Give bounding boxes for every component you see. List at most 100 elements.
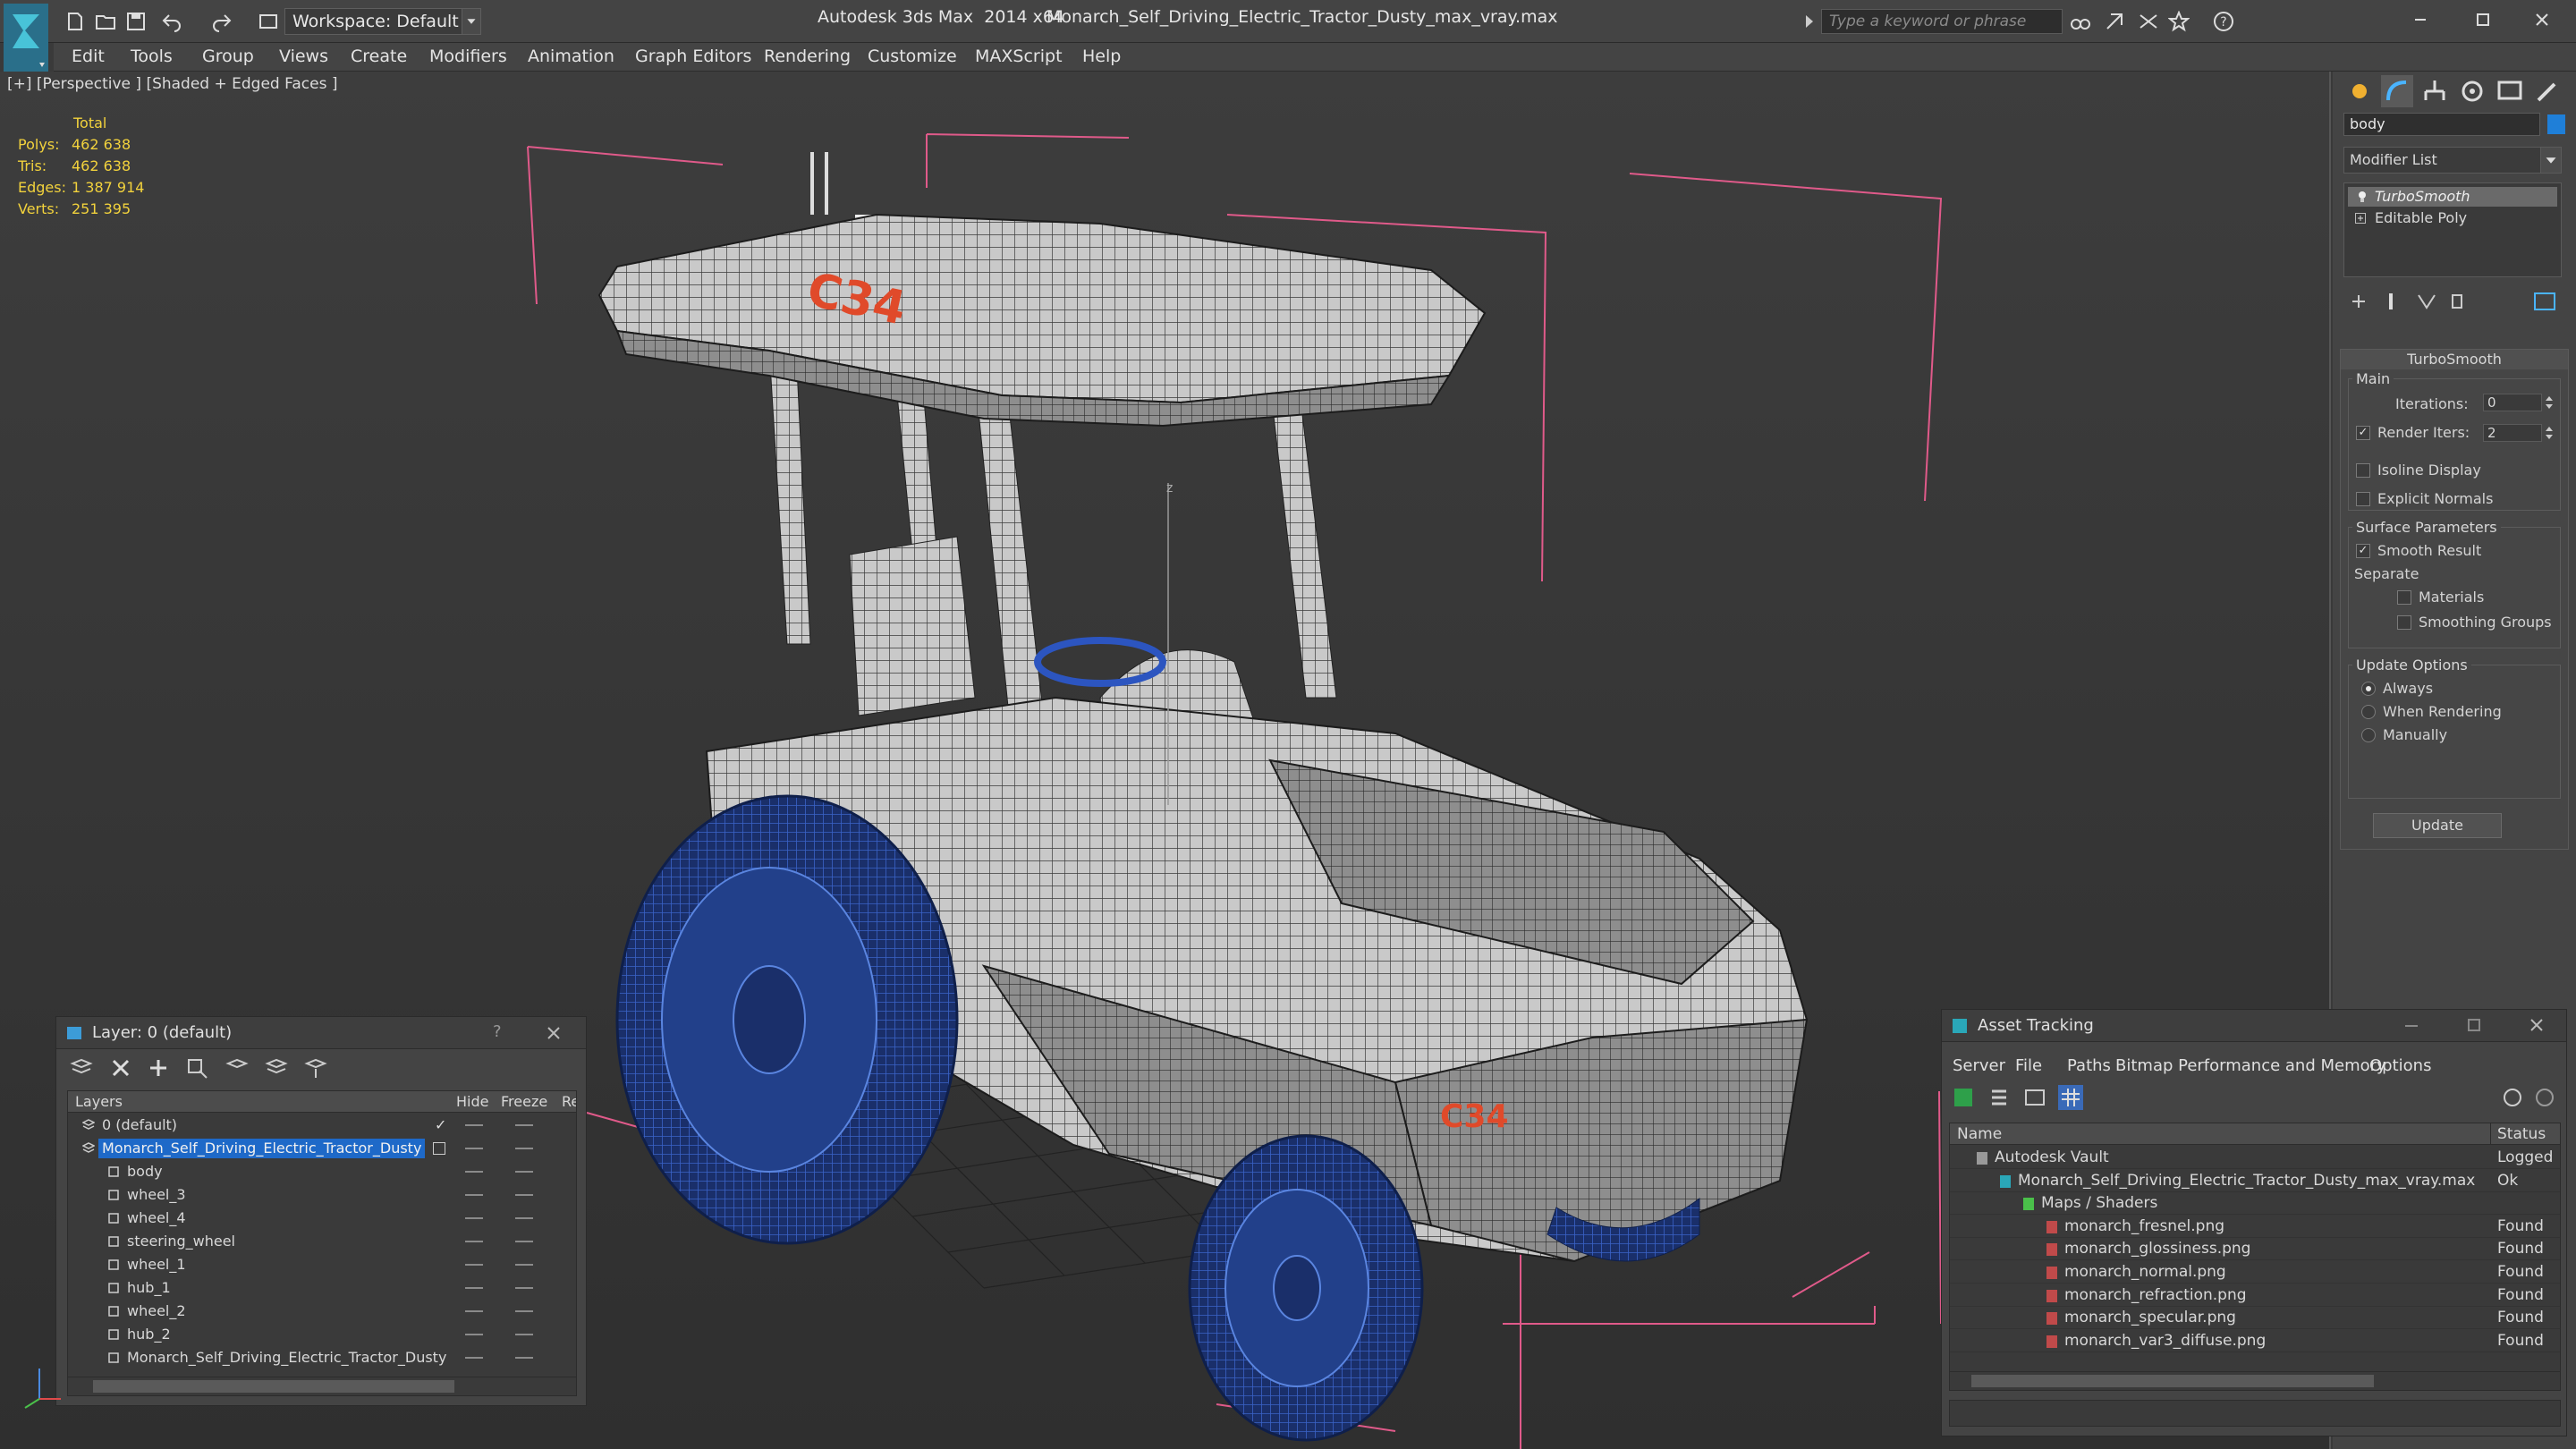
freeze-toggle[interactable]	[515, 1334, 533, 1335]
render-iters-spinner[interactable]: 2	[2483, 424, 2542, 442]
manually-radio[interactable]	[2361, 728, 2376, 742]
close-icon[interactable]	[545, 1024, 563, 1042]
hide-toggle[interactable]	[465, 1124, 483, 1126]
hide-toggle[interactable]	[465, 1287, 483, 1289]
active-layer-checkmark[interactable]: ✓	[435, 1114, 446, 1136]
minimize-icon[interactable]	[2394, 4, 2447, 36]
asset-menu-bitmap-performance[interactable]: Bitmap Performance and Memory	[2115, 1056, 2386, 1075]
layer-row[interactable]: body	[68, 1161, 576, 1182]
app-logo-icon[interactable]	[4, 4, 48, 75]
help-icon[interactable]	[2500, 1085, 2525, 1110]
layer-row[interactable]: hub_2	[68, 1324, 576, 1345]
hide-toggle[interactable]	[465, 1310, 483, 1312]
freeze-all-layers-icon[interactable]	[303, 1056, 328, 1080]
layer-row[interactable]: hub_1	[68, 1277, 576, 1299]
menu-create[interactable]: Create	[351, 47, 407, 66]
maximize-icon[interactable]	[2456, 4, 2510, 36]
scrollbar-thumb[interactable]	[93, 1380, 454, 1393]
spinner-arrows-icon[interactable]	[2544, 394, 2555, 411]
iterations-spinner[interactable]: 0	[2483, 394, 2542, 411]
workspace-selector[interactable]: Workspace: Default	[284, 8, 481, 35]
smoothing-groups-checkbox[interactable]	[2397, 615, 2411, 630]
asset-row[interactable]: Monarch_Self_Driving_Electric_Tractor_Du…	[1950, 1170, 2560, 1192]
chevron-down-icon[interactable]	[2540, 147, 2562, 174]
column-hide[interactable]: Hide	[456, 1093, 488, 1110]
add-to-layer-icon[interactable]	[146, 1056, 171, 1080]
asset-row[interactable]: Autodesk Vault Logged	[1950, 1147, 2560, 1169]
save-icon[interactable]	[125, 11, 147, 32]
stack-item-editable-poly[interactable]: Editable Poly	[2348, 208, 2557, 228]
update-button[interactable]: Update	[2373, 813, 2502, 838]
freeze-toggle[interactable]	[515, 1287, 533, 1289]
layer-row[interactable]: wheel_4	[68, 1208, 576, 1229]
hide-toggle[interactable]	[465, 1264, 483, 1266]
freeze-toggle[interactable]	[515, 1217, 533, 1219]
favorites-star-icon[interactable]	[2168, 11, 2190, 32]
layer-row[interactable]: wheel_2	[68, 1301, 576, 1322]
hide-toggle[interactable]	[465, 1357, 483, 1359]
create-layer-icon[interactable]	[69, 1056, 94, 1080]
display-tab-icon[interactable]	[2494, 75, 2526, 107]
layer-row[interactable]: steering_wheel	[68, 1231, 576, 1252]
maximize-icon[interactable]	[2464, 1017, 2484, 1035]
minimize-icon[interactable]	[2402, 1017, 2421, 1035]
isoline-display-checkbox[interactable]	[2356, 463, 2370, 478]
asset-window-titlebar[interactable]: Asset Tracking	[1942, 1010, 2566, 1042]
menu-tools[interactable]: Tools	[131, 47, 173, 66]
utilities-tab-icon[interactable]	[2531, 75, 2563, 107]
asset-menu-options[interactable]: Options	[2369, 1056, 2431, 1075]
hierarchy-tab-icon[interactable]	[2419, 75, 2451, 107]
menu-rendering[interactable]: Rendering	[764, 47, 851, 66]
stack-item-turbosmooth[interactable]: TurboSmooth	[2348, 187, 2557, 207]
close-icon[interactable]	[2515, 4, 2569, 36]
layer-row[interactable]: Monarch_Self_Driving_Electric_Tractor_Du…	[68, 1347, 576, 1368]
menu-modifiers[interactable]: Modifiers	[429, 47, 507, 66]
remove-modifier-icon[interactable]	[2444, 290, 2470, 313]
freeze-toggle[interactable]	[515, 1310, 533, 1312]
column-status[interactable]: Status	[2497, 1125, 2546, 1143]
asset-row[interactable]: monarch_refraction.png Found	[1950, 1284, 2560, 1307]
modifier-list-dropdown[interactable]: Modifier List	[2343, 147, 2562, 174]
thumbnail-view-icon[interactable]	[2022, 1085, 2047, 1110]
freeze-toggle[interactable]	[515, 1171, 533, 1173]
layer-row[interactable]: Monarch_Self_Driving_Electric_Tractor_Du…	[68, 1138, 576, 1159]
configure-modifier-sets-icon[interactable]	[2531, 290, 2558, 313]
expand-plus-icon[interactable]	[2355, 213, 2366, 224]
scrollbar-thumb[interactable]	[1971, 1375, 2374, 1387]
column-render[interactable]: Re	[562, 1093, 576, 1110]
asset-row[interactable]: monarch_fresnel.png Found	[1950, 1216, 2560, 1238]
column-layers[interactable]: Layers	[75, 1093, 123, 1110]
object-color-swatch[interactable]	[2547, 114, 2565, 134]
hide-toggle[interactable]	[465, 1241, 483, 1242]
menu-customize[interactable]: Customize	[868, 47, 957, 66]
lightbulb-icon[interactable]	[2355, 190, 2369, 204]
layer-horizontal-scrollbar[interactable]	[67, 1377, 577, 1396]
create-tab-icon[interactable]	[2343, 75, 2376, 107]
redo-icon[interactable]	[211, 11, 233, 32]
freeze-toggle[interactable]	[515, 1357, 533, 1359]
search-input[interactable]: Type a keyword or phrase	[1821, 9, 2063, 34]
vault-help-icon[interactable]	[2532, 1085, 2557, 1110]
undo-icon[interactable]	[161, 11, 182, 32]
hide-toggle[interactable]	[465, 1148, 483, 1149]
asset-horizontal-scrollbar[interactable]	[1949, 1371, 2561, 1391]
freeze-toggle[interactable]	[515, 1124, 533, 1126]
menu-edit[interactable]: Edit	[72, 47, 105, 66]
freeze-toggle[interactable]	[515, 1264, 533, 1266]
asset-row[interactable]: monarch_var3_diffuse.png Found	[1950, 1330, 2560, 1352]
motion-tab-icon[interactable]	[2456, 75, 2488, 107]
asset-row[interactable]: monarch_specular.png Found	[1950, 1307, 2560, 1330]
freeze-toggle[interactable]	[515, 1241, 533, 1242]
menu-graph-editors[interactable]: Graph Editors	[635, 47, 751, 66]
materials-checkbox[interactable]	[2397, 590, 2411, 605]
layer-window-titlebar[interactable]: Layer: 0 (default) ?	[56, 1017, 586, 1049]
object-name-field[interactable]: body	[2343, 113, 2540, 136]
render-iters-checkbox[interactable]: ✓	[2356, 426, 2370, 440]
list-view-icon[interactable]	[1987, 1085, 2012, 1110]
project-folder-icon[interactable]	[258, 11, 279, 32]
help-icon[interactable]: ?	[2213, 11, 2234, 32]
layer-row[interactable]: 0 (default) ✓	[68, 1114, 576, 1136]
play-arrow-icon[interactable]	[1803, 13, 1816, 30]
subscription-icon[interactable]	[2104, 11, 2125, 32]
open-folder-icon[interactable]	[95, 11, 116, 32]
